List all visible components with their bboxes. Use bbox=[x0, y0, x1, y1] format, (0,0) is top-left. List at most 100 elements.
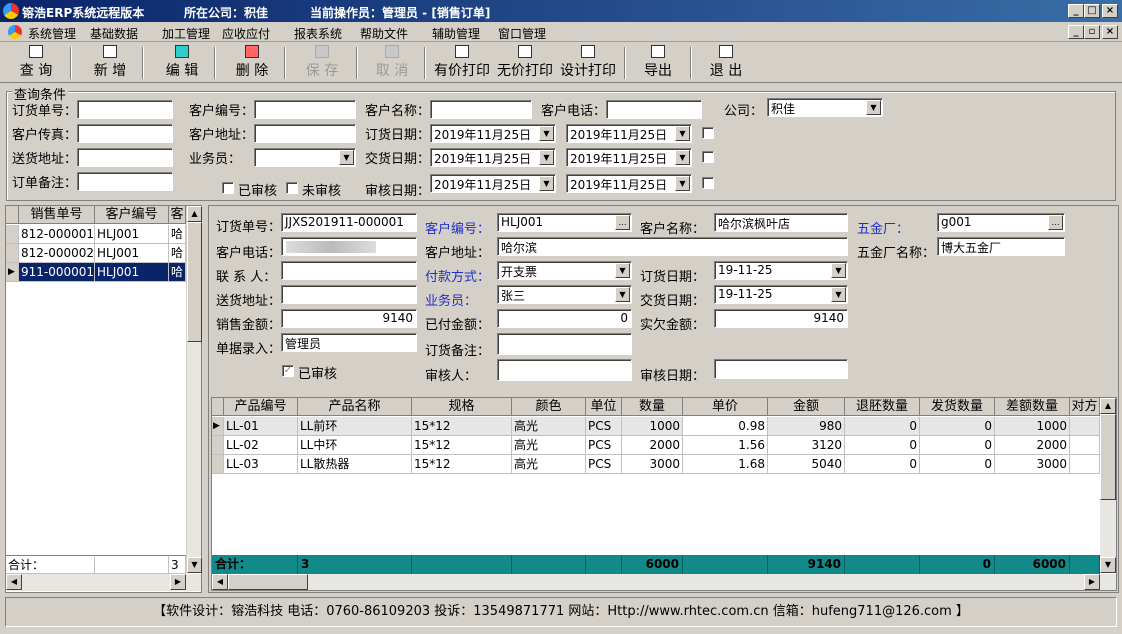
pay-select[interactable]: 开支票 ▼ bbox=[497, 261, 632, 280]
menu-basic-data[interactable]: 基础数据 bbox=[90, 25, 138, 42]
table-cell[interactable]: PCS bbox=[586, 455, 622, 474]
export-button[interactable]: 导出 bbox=[638, 45, 678, 81]
contact-field[interactable] bbox=[281, 261, 417, 280]
query-salesman-select[interactable]: ▼ bbox=[254, 148, 356, 167]
query-order-date-to[interactable]: 2019年11月25日 ▼ bbox=[566, 124, 692, 143]
table-cell[interactable]: PCS bbox=[586, 417, 622, 436]
table-cell[interactable]: 0 bbox=[845, 455, 920, 474]
menu-processing[interactable]: 加工管理 bbox=[162, 25, 210, 42]
col-header-order-no[interactable]: 销售单号 bbox=[19, 206, 95, 224]
col-header-product-code[interactable]: 产品编号 bbox=[224, 398, 298, 416]
table-cell[interactable]: LL前环 bbox=[298, 417, 412, 436]
table-cell[interactable] bbox=[1070, 455, 1100, 474]
scroll-down-icon[interactable]: ▼ bbox=[1100, 557, 1116, 573]
scroll-thumb[interactable] bbox=[228, 574, 308, 590]
menu-auxiliary[interactable]: 辅助管理 bbox=[432, 25, 480, 42]
scroll-down-icon[interactable]: ▼ bbox=[187, 557, 202, 573]
save-button[interactable]: 保 存 bbox=[300, 45, 344, 81]
deliver-field[interactable]: 19-11-25 ▼ bbox=[714, 285, 848, 304]
query-cust-phone-input[interactable] bbox=[606, 100, 702, 119]
table-cell-selected[interactable]: 911-000001 bbox=[19, 263, 95, 282]
table-cell[interactable]: 15*12 bbox=[412, 455, 512, 474]
table-cell[interactable] bbox=[1070, 436, 1100, 455]
query-order-date-checkbox[interactable] bbox=[702, 127, 714, 139]
query-cust-name-input[interactable] bbox=[430, 100, 532, 119]
table-cell[interactable]: HLJ001 bbox=[95, 244, 169, 263]
table-cell[interactable]: 哈 bbox=[169, 244, 186, 263]
table-cell[interactable]: 812-000001 bbox=[19, 225, 95, 244]
table-cell[interactable]: 0.98 bbox=[683, 417, 768, 436]
new-button[interactable]: 新 增 bbox=[88, 45, 132, 81]
print-no-price-button[interactable]: 无价打印 bbox=[495, 45, 555, 81]
hardware-name-field[interactable]: 博大五金厂 bbox=[937, 237, 1065, 256]
col-header-amount[interactable]: 金额 bbox=[768, 398, 845, 416]
child-close-icon[interactable]: × bbox=[1102, 25, 1118, 39]
child-restore-icon[interactable]: ▫ bbox=[1084, 25, 1100, 39]
col-header-spec[interactable]: 规格 bbox=[412, 398, 512, 416]
table-cell[interactable]: 哈 bbox=[169, 225, 186, 244]
table-cell[interactable]: 0 bbox=[920, 417, 995, 436]
addr-field[interactable]: 哈尔滨 bbox=[497, 237, 848, 256]
query-audit-date-from[interactable]: 2019年11月25日 ▼ bbox=[430, 174, 556, 193]
order-no-field[interactable]: JJXS201911-000001 bbox=[281, 213, 417, 232]
table-cell[interactable]: 0 bbox=[845, 436, 920, 455]
table-cell[interactable]: 高光 bbox=[512, 436, 586, 455]
table-cell[interactable]: HLJ001 bbox=[95, 225, 169, 244]
table-row[interactable]: ▶ LL-01 LL前环 15*12 高光 PCS 1000 0.98 980 0 0 1000 bbox=[212, 417, 1100, 436]
vertical-scrollbar[interactable]: ▲ ▼ bbox=[186, 206, 202, 573]
entry-field[interactable]: 管理员 bbox=[281, 333, 417, 352]
cancel-button[interactable]: 取 消 bbox=[370, 45, 414, 81]
table-cell[interactable]: 2000 bbox=[995, 436, 1070, 455]
col-header-cust[interactable]: 客 bbox=[169, 206, 186, 224]
table-row[interactable]: LL-03 LL散热器 15*12 高光 PCS 3000 1.68 5040 0 0 3000 bbox=[212, 455, 1100, 474]
col-header-product-name[interactable]: 产品名称 bbox=[298, 398, 412, 416]
sales-amt-field[interactable]: 9140 bbox=[281, 309, 417, 328]
scroll-left-icon[interactable]: ◀ bbox=[6, 574, 22, 590]
design-print-button[interactable]: 设计打印 bbox=[558, 45, 618, 81]
table-cell[interactable]: 0 bbox=[920, 436, 995, 455]
table-cell[interactable]: 1.56 bbox=[683, 436, 768, 455]
col-header-counterparty[interactable]: 对方 bbox=[1070, 398, 1100, 416]
query-order-date-from[interactable]: 2019年11月25日 ▼ bbox=[430, 124, 556, 143]
scroll-right-icon[interactable]: ▶ bbox=[170, 574, 186, 590]
query-audit-date-to[interactable]: 2019年11月25日 ▼ bbox=[566, 174, 692, 193]
table-cell-selected[interactable]: 哈 bbox=[169, 263, 186, 282]
table-cell[interactable]: 15*12 bbox=[412, 417, 512, 436]
table-cell[interactable]: 980 bbox=[768, 417, 845, 436]
col-header-color[interactable]: 颜色 bbox=[512, 398, 586, 416]
menu-receivable-payable[interactable]: 应收应付 bbox=[222, 25, 270, 42]
query-cust-fax-input[interactable] bbox=[77, 124, 173, 143]
table-row[interactable]: LL-02 LL中环 15*12 高光 PCS 2000 1.56 3120 0 0 2000 bbox=[212, 436, 1100, 455]
table-cell[interactable]: 0 bbox=[920, 455, 995, 474]
query-deliver-date-from[interactable]: 2019年11月25日 ▼ bbox=[430, 148, 556, 167]
query-cust-code-input[interactable] bbox=[254, 100, 356, 119]
query-remark-input[interactable] bbox=[77, 172, 173, 191]
menu-help[interactable]: 帮助文件 bbox=[360, 25, 408, 42]
phone-field[interactable] bbox=[281, 237, 417, 256]
edit-button[interactable]: 编 辑 bbox=[160, 45, 204, 81]
scroll-left-icon[interactable]: ◀ bbox=[212, 574, 228, 590]
table-cell[interactable] bbox=[1070, 417, 1100, 436]
audit-date-field[interactable] bbox=[714, 359, 848, 379]
table-cell[interactable]: 高光 bbox=[512, 417, 586, 436]
salesman-select[interactable]: 张三 ▼ bbox=[497, 285, 632, 304]
scroll-thumb[interactable] bbox=[1100, 414, 1116, 500]
cust-code-field[interactable]: HLJ001… bbox=[497, 213, 632, 232]
table-cell-selected[interactable]: HLJ001 bbox=[95, 263, 169, 282]
print-with-price-button[interactable]: 有价打印 bbox=[432, 45, 492, 81]
table-cell[interactable]: 2000 bbox=[622, 436, 683, 455]
query-approved-checkbox[interactable] bbox=[222, 182, 234, 194]
table-cell[interactable]: LL-03 bbox=[224, 455, 298, 474]
owed-field[interactable]: 9140 bbox=[714, 309, 848, 328]
menu-system[interactable]: 系统管理 bbox=[28, 25, 76, 42]
query-company-select[interactable]: 积佳 ▼ bbox=[767, 98, 883, 117]
query-ship-addr-input[interactable] bbox=[77, 148, 173, 167]
menu-window[interactable]: 窗口管理 bbox=[498, 25, 546, 42]
table-cell[interactable]: 1000 bbox=[995, 417, 1070, 436]
ship-field[interactable] bbox=[281, 285, 417, 304]
close-icon[interactable]: × bbox=[1102, 4, 1118, 18]
product-vertical-scrollbar[interactable]: ▲ ▼ bbox=[1100, 398, 1116, 573]
table-cell[interactable]: 3000 bbox=[995, 455, 1070, 474]
table-cell[interactable]: 1.68 bbox=[683, 455, 768, 474]
table-cell[interactable]: LL-02 bbox=[224, 436, 298, 455]
